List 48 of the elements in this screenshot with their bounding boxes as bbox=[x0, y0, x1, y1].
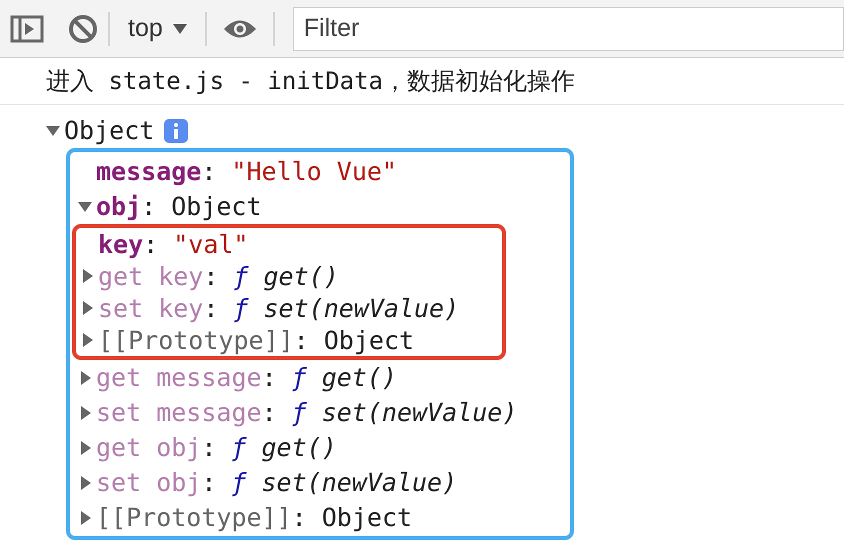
property-value: set(newValue) bbox=[263, 292, 460, 324]
clear-console-icon[interactable] bbox=[68, 14, 98, 44]
info-icon[interactable] bbox=[164, 118, 188, 142]
function-marker: ƒ bbox=[233, 260, 248, 292]
property-value: get() bbox=[263, 260, 339, 292]
colon: : bbox=[203, 260, 218, 292]
function-marker: ƒ bbox=[292, 397, 307, 429]
property-key: [[Prototype]] bbox=[98, 322, 294, 356]
property-value: "val" bbox=[173, 228, 248, 260]
colon: : bbox=[201, 156, 216, 188]
colon: : bbox=[201, 467, 216, 499]
colon: : bbox=[143, 228, 158, 260]
object-label: Object bbox=[64, 115, 154, 147]
property-value: set(newValue) bbox=[261, 467, 458, 499]
property-key: get message bbox=[96, 360, 262, 395]
property-key: message bbox=[96, 154, 202, 189]
property-key: set obj bbox=[96, 465, 202, 500]
colon: : bbox=[141, 191, 156, 223]
property-key: get key bbox=[98, 258, 204, 294]
eye-icon[interactable] bbox=[222, 18, 257, 40]
property-value: get() bbox=[322, 362, 397, 394]
property-value: set(newValue) bbox=[322, 397, 518, 429]
property-value: Object bbox=[324, 324, 414, 356]
property-key: obj bbox=[96, 189, 142, 224]
sidebar-toggle-icon[interactable] bbox=[10, 14, 44, 42]
colon: : bbox=[201, 432, 216, 464]
colon: : bbox=[203, 292, 218, 324]
property-value: Object bbox=[171, 191, 262, 223]
colon: : bbox=[262, 362, 277, 394]
property-key: [[Prototype]] bbox=[96, 500, 292, 535]
property-key: key bbox=[98, 228, 144, 262]
property-key: get obj bbox=[96, 430, 202, 465]
context-dropdown[interactable]: top bbox=[120, 10, 195, 47]
colon: : bbox=[262, 397, 277, 429]
function-marker: ƒ bbox=[233, 292, 248, 324]
function-marker: ƒ bbox=[292, 362, 307, 394]
console-message: 进入 state.js - initData，数据初始化操作 bbox=[0, 58, 844, 105]
caret-icon bbox=[172, 24, 187, 34]
property-value: get() bbox=[261, 432, 337, 464]
property-key: set key bbox=[98, 290, 204, 326]
property-value: Object bbox=[322, 502, 412, 534]
function-marker: ƒ bbox=[231, 432, 246, 464]
colon: : bbox=[294, 324, 309, 356]
colon: : bbox=[292, 502, 307, 534]
filter-field[interactable]: Filter bbox=[292, 6, 844, 50]
function-marker: ƒ bbox=[231, 467, 246, 499]
property-key: set message bbox=[96, 395, 262, 430]
property-value: "Hello Vue" bbox=[231, 156, 397, 188]
